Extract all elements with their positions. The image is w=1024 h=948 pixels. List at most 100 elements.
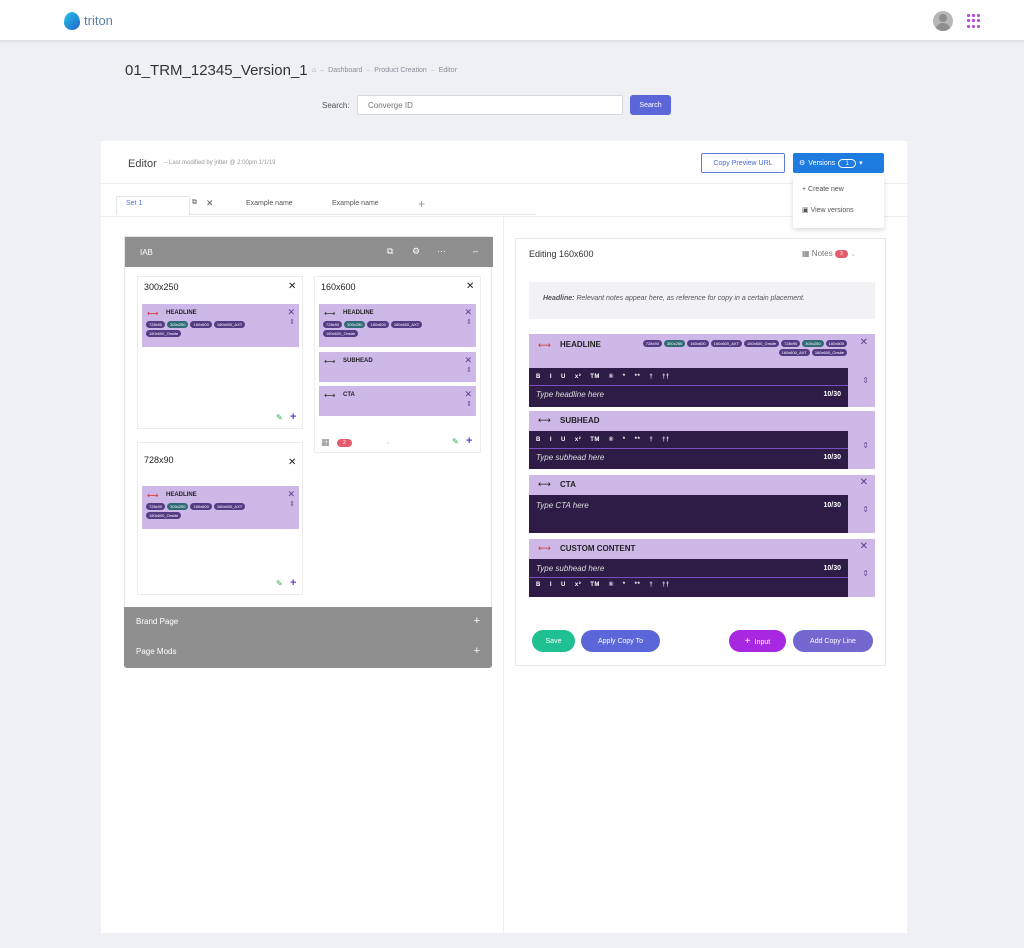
chip[interactable]: 160x600 [825,340,847,347]
registered-button[interactable]: ® [609,582,614,588]
headline-block[interactable]: ⟷ HEADLINE ✕ ⇕ 728x90 300x250 160x600 16… [319,304,476,347]
drag-handle-icon[interactable]: ⇕ [862,376,869,385]
breadcrumb-dashboard[interactable]: Dashboard [328,67,362,74]
headline-editor[interactable]: B I Ux² TM ® * ** † †† Type headline here 10/30 [529,368,848,407]
tm-button[interactable]: TM [590,437,600,443]
chip[interactable]: 728x90 [323,321,343,328]
add-icon[interactable]: + [290,411,296,423]
drag-handle-icon[interactable]: ⇕ [466,366,472,374]
menu-create-new[interactable]: + Create new [802,186,844,193]
chip[interactable]: 728x90 [642,340,662,347]
close-icon[interactable]: ✕ [464,355,472,366]
add-icon[interactable]: + [290,577,296,589]
close-icon[interactable]: ✕ [860,337,868,348]
chip[interactable]: 160x600_AXT [710,340,743,347]
dagger-button[interactable]: † [649,582,653,588]
close-icon[interactable]: ✕ [288,281,296,292]
italic-button[interactable]: I [550,582,552,588]
underline-button[interactable]: U [561,374,566,380]
chip[interactable]: 160x600_Onsite [146,330,182,337]
superscript-button[interactable]: x² [575,374,581,380]
avatar[interactable] [933,11,953,31]
apply-copy-to-button[interactable]: Apply Copy To [581,630,660,652]
chip[interactable]: 160x600_AXT [213,503,246,510]
close-icon[interactable]: ✕ [860,541,868,552]
asterisk-button[interactable]: * [623,374,626,380]
search-button[interactable]: Search [630,95,671,115]
italic-button[interactable]: I [550,437,552,443]
double-asterisk-button[interactable]: ** [635,437,641,443]
registered-button[interactable]: ® [609,374,614,380]
headline-block[interactable]: ⟷ HEADLINE ✕ ⇕ 728x90 300x250 160x600 16… [142,486,299,529]
drag-handle-icon[interactable]: ⇕ [289,318,295,326]
double-dagger-button[interactable]: †† [662,437,670,443]
chip[interactable]: 160x600_AXT [390,321,423,328]
close-icon[interactable]: ✕ [287,489,295,500]
chip[interactable]: 160x600_AXT [778,349,810,356]
close-icon[interactable]: ✕ [466,281,474,292]
save-button[interactable]: Save [532,630,575,652]
collapse-icon[interactable]: – [473,246,478,256]
chip[interactable]: 300x250 [167,503,189,510]
pencil-icon[interactable]: ✎ [276,413,283,422]
versions-button[interactable]: ⚙ Versions 1 ▾ [793,153,884,173]
copy-icon[interactable]: ⧉ [387,246,393,257]
tab-example-1[interactable]: Example name [246,200,293,207]
pencil-icon[interactable]: ✎ [452,437,459,446]
chip[interactable]: 160x600_Onsite [811,349,847,356]
chip[interactable]: 160x600_Onsite [744,340,780,347]
cta-editor[interactable]: Type CTA here 10/30 [529,495,848,533]
chip[interactable]: 160x600_Onsite [323,330,359,337]
expand-icon[interactable]: + [474,645,480,657]
asterisk-button[interactable]: * [623,437,626,443]
drag-handle-icon[interactable]: ⇕ [466,318,472,326]
drag-handle-icon[interactable]: ⇕ [862,569,869,578]
headline-block[interactable]: ⟷ HEADLINE ✕ ⇕ 728x90 300x250 160x600 16… [142,304,299,347]
chip[interactable]: 300x250 [344,321,366,328]
more-icon[interactable]: ··· [437,246,446,256]
double-asterisk-button[interactable]: ** [635,582,641,588]
breadcrumb-product-creation[interactable]: Product Creation [374,67,427,74]
gear-icon[interactable]: ⚙ [412,246,420,257]
add-icon[interactable]: + [466,435,472,447]
chip[interactable]: 160x600 [190,321,212,328]
bold-button[interactable]: B [536,437,541,443]
home-icon[interactable]: ⌂ [312,67,316,74]
chip[interactable]: 300x250 [663,340,686,347]
dagger-button[interactable]: † [649,374,653,380]
cta-input[interactable]: Type CTA here [536,501,589,510]
cta-block[interactable]: ⟷ CTA ✕ ⇕ [319,386,476,416]
chip[interactable]: 160x600 [190,503,212,510]
section-brand-page[interactable]: Brand Page + [124,607,492,638]
dagger-button[interactable]: † [649,437,653,443]
drag-handle-icon[interactable]: ⇕ [862,505,869,514]
drag-handle-icon[interactable]: ⇕ [862,441,869,450]
chip[interactable]: 160x600 [367,321,389,328]
custom-content-editor[interactable]: Type subhead here 10/30 B I Ux² TM ® * ** † †† [529,559,848,597]
custom-content-input[interactable]: Type subhead here [536,564,604,573]
tm-button[interactable]: TM [590,374,600,380]
chip[interactable]: 728x90 [781,340,801,347]
close-icon[interactable]: ✕ [860,477,868,488]
close-icon[interactable]: ✕ [464,389,472,400]
close-icon[interactable]: ✕ [287,307,295,318]
add-tab-icon[interactable]: + [418,197,425,211]
bold-button[interactable]: B [536,374,541,380]
notes-toggle[interactable]: ▦ Notes 3 ⌄ [802,249,857,258]
chip[interactable]: 300x250 [167,321,189,328]
pencil-icon[interactable]: ✎ [276,579,283,588]
expand-icon[interactable]: + [474,615,480,627]
close-icon[interactable]: ✕ [464,307,472,318]
asterisk-button[interactable]: * [623,582,626,588]
chip[interactable]: 160x600 [687,340,709,347]
superscript-button[interactable]: x² [575,437,581,443]
subhead-input[interactable]: Type subhead here [536,453,604,462]
chip[interactable]: 160x600_Onsite [146,512,182,519]
superscript-button[interactable]: x² [575,582,581,588]
underline-button[interactable]: U [561,437,566,443]
underline-button[interactable]: U [561,582,566,588]
search-input[interactable] [357,95,623,115]
input-button[interactable]: + Input [729,630,786,652]
chevron-down-icon[interactable]: ⌄ [385,438,391,446]
add-copy-line-button[interactable]: Add Copy Line [793,630,873,652]
